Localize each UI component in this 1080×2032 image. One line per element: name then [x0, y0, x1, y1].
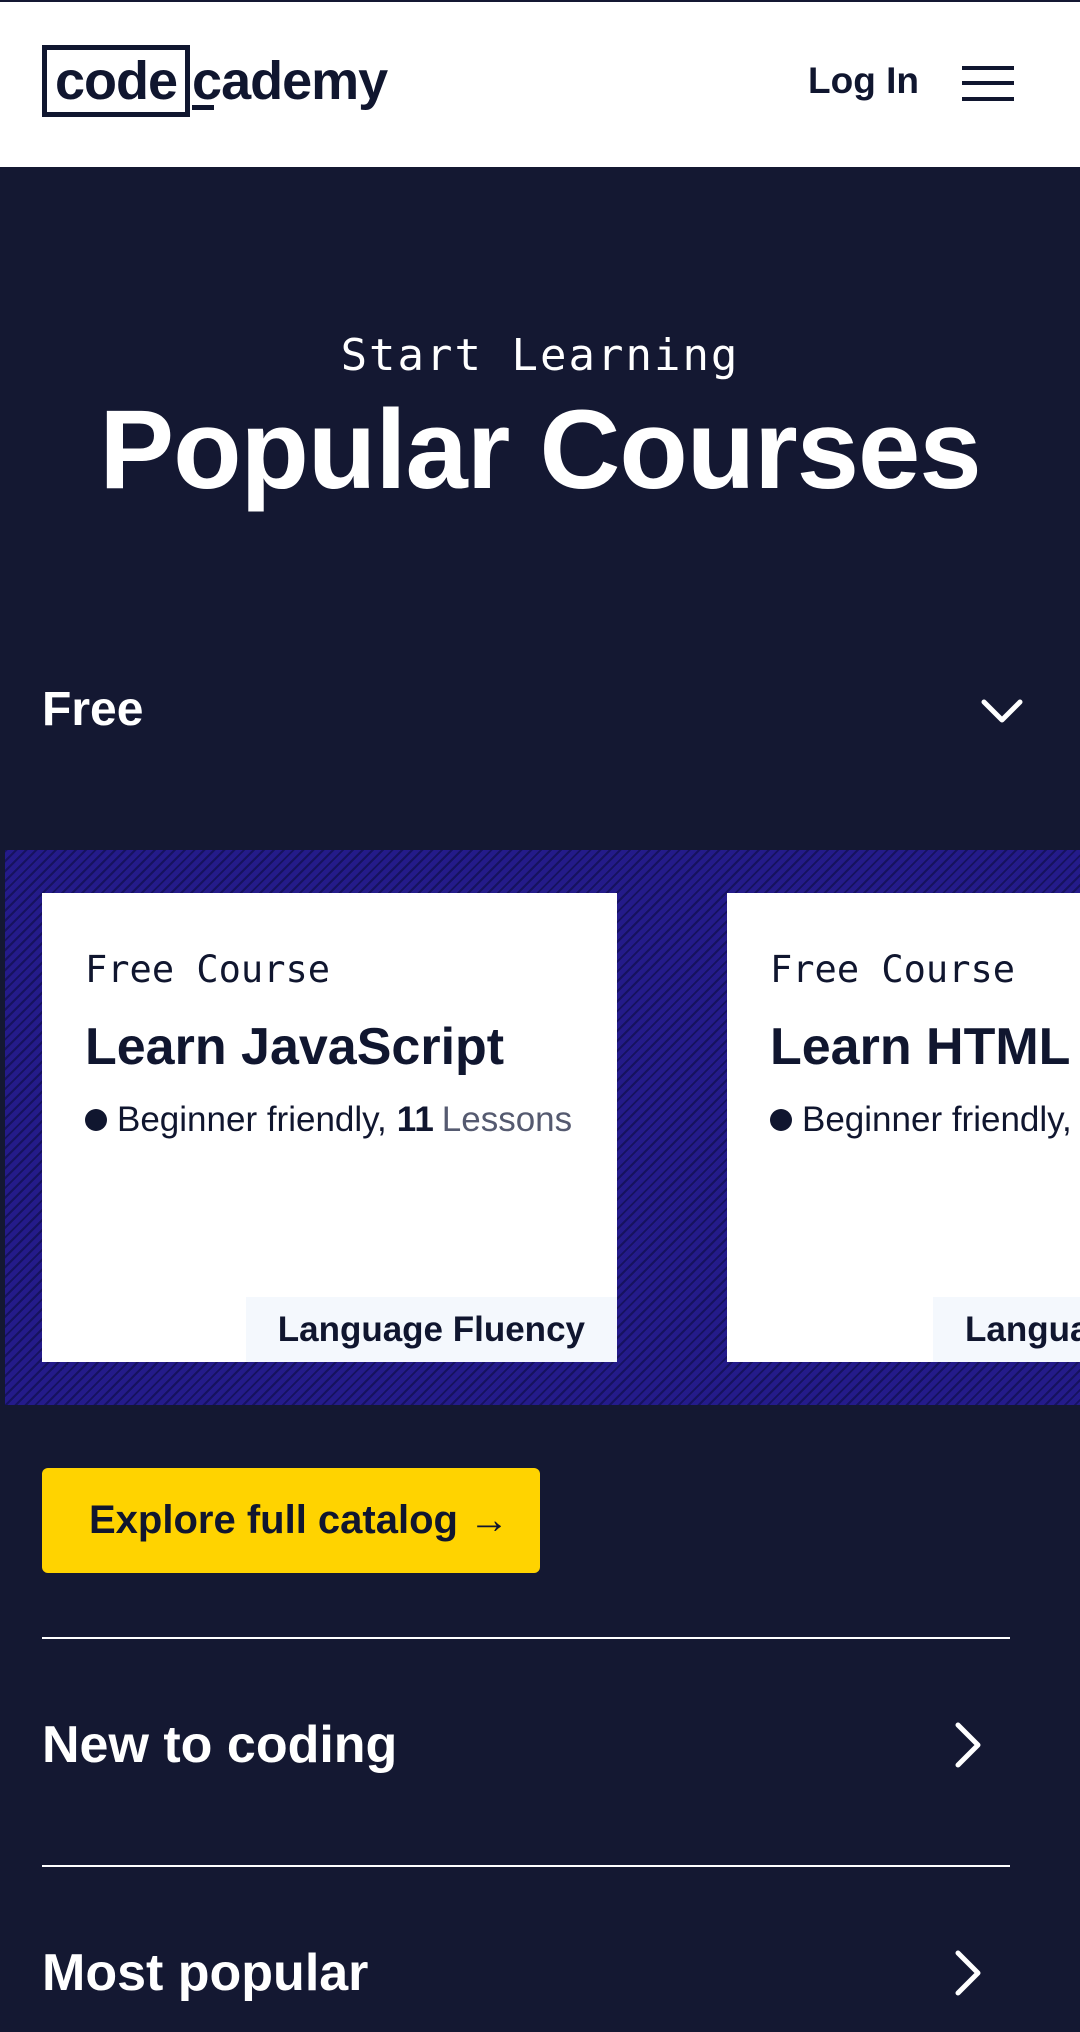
chevron-down-icon: [981, 699, 1023, 723]
hero-eyebrow: Start Learning: [340, 330, 740, 381]
course-carousel[interactable]: Free Course Learn JavaScript Beginner fr…: [5, 850, 1080, 1405]
explore-catalog-button[interactable]: Explore full catalog →: [42, 1468, 540, 1573]
course-card-html[interactable]: Free Course Learn HTML Beginner friendly…: [727, 893, 1080, 1362]
chevron-right-icon: [955, 1950, 981, 1996]
course-meta: Beginner friendly,: [770, 1100, 1072, 1140]
lesson-unit: Lessons: [441, 1100, 573, 1139]
course-tag: Language Fluency: [245, 1297, 617, 1362]
chevron-right-icon: [955, 1722, 981, 1768]
codecademy-logo[interactable]: code cademy: [42, 45, 388, 117]
lesson-count: 11: [396, 1100, 434, 1139]
section-label: New to coding: [42, 1716, 398, 1774]
course-kicker: Free Course: [85, 948, 331, 991]
logo-rest-text: cademy: [192, 51, 388, 111]
hamburger-menu-icon[interactable]: [962, 66, 1014, 102]
course-title: Learn HTML: [770, 1018, 1071, 1076]
course-title: Learn JavaScript: [85, 1018, 505, 1076]
section-divider: [42, 1865, 1010, 1867]
course-filter-dropdown[interactable]: Free: [42, 680, 1023, 740]
difficulty-dot-icon: [85, 1109, 107, 1131]
course-kicker: Free Course: [770, 948, 1016, 991]
section-label: Most popular: [42, 1944, 369, 2002]
section-divider: [42, 1637, 1010, 1639]
login-link[interactable]: Log In: [808, 60, 919, 102]
section-most-popular[interactable]: Most popular: [42, 1933, 1010, 2013]
page-title: Popular Courses: [99, 387, 981, 512]
difficulty-dot-icon: [770, 1109, 792, 1131]
filter-selected-value: Free: [42, 683, 144, 736]
logo-boxed-text: code: [42, 45, 191, 117]
course-tag: Language Fluency: [933, 1297, 1080, 1362]
course-meta: Beginner friendly, 11 Lessons: [85, 1100, 572, 1140]
top-navigation-bar: code cademy Log In: [0, 0, 1080, 167]
section-new-to-coding[interactable]: New to coding: [42, 1705, 1010, 1785]
course-card-javascript[interactable]: Free Course Learn JavaScript Beginner fr…: [42, 893, 617, 1362]
